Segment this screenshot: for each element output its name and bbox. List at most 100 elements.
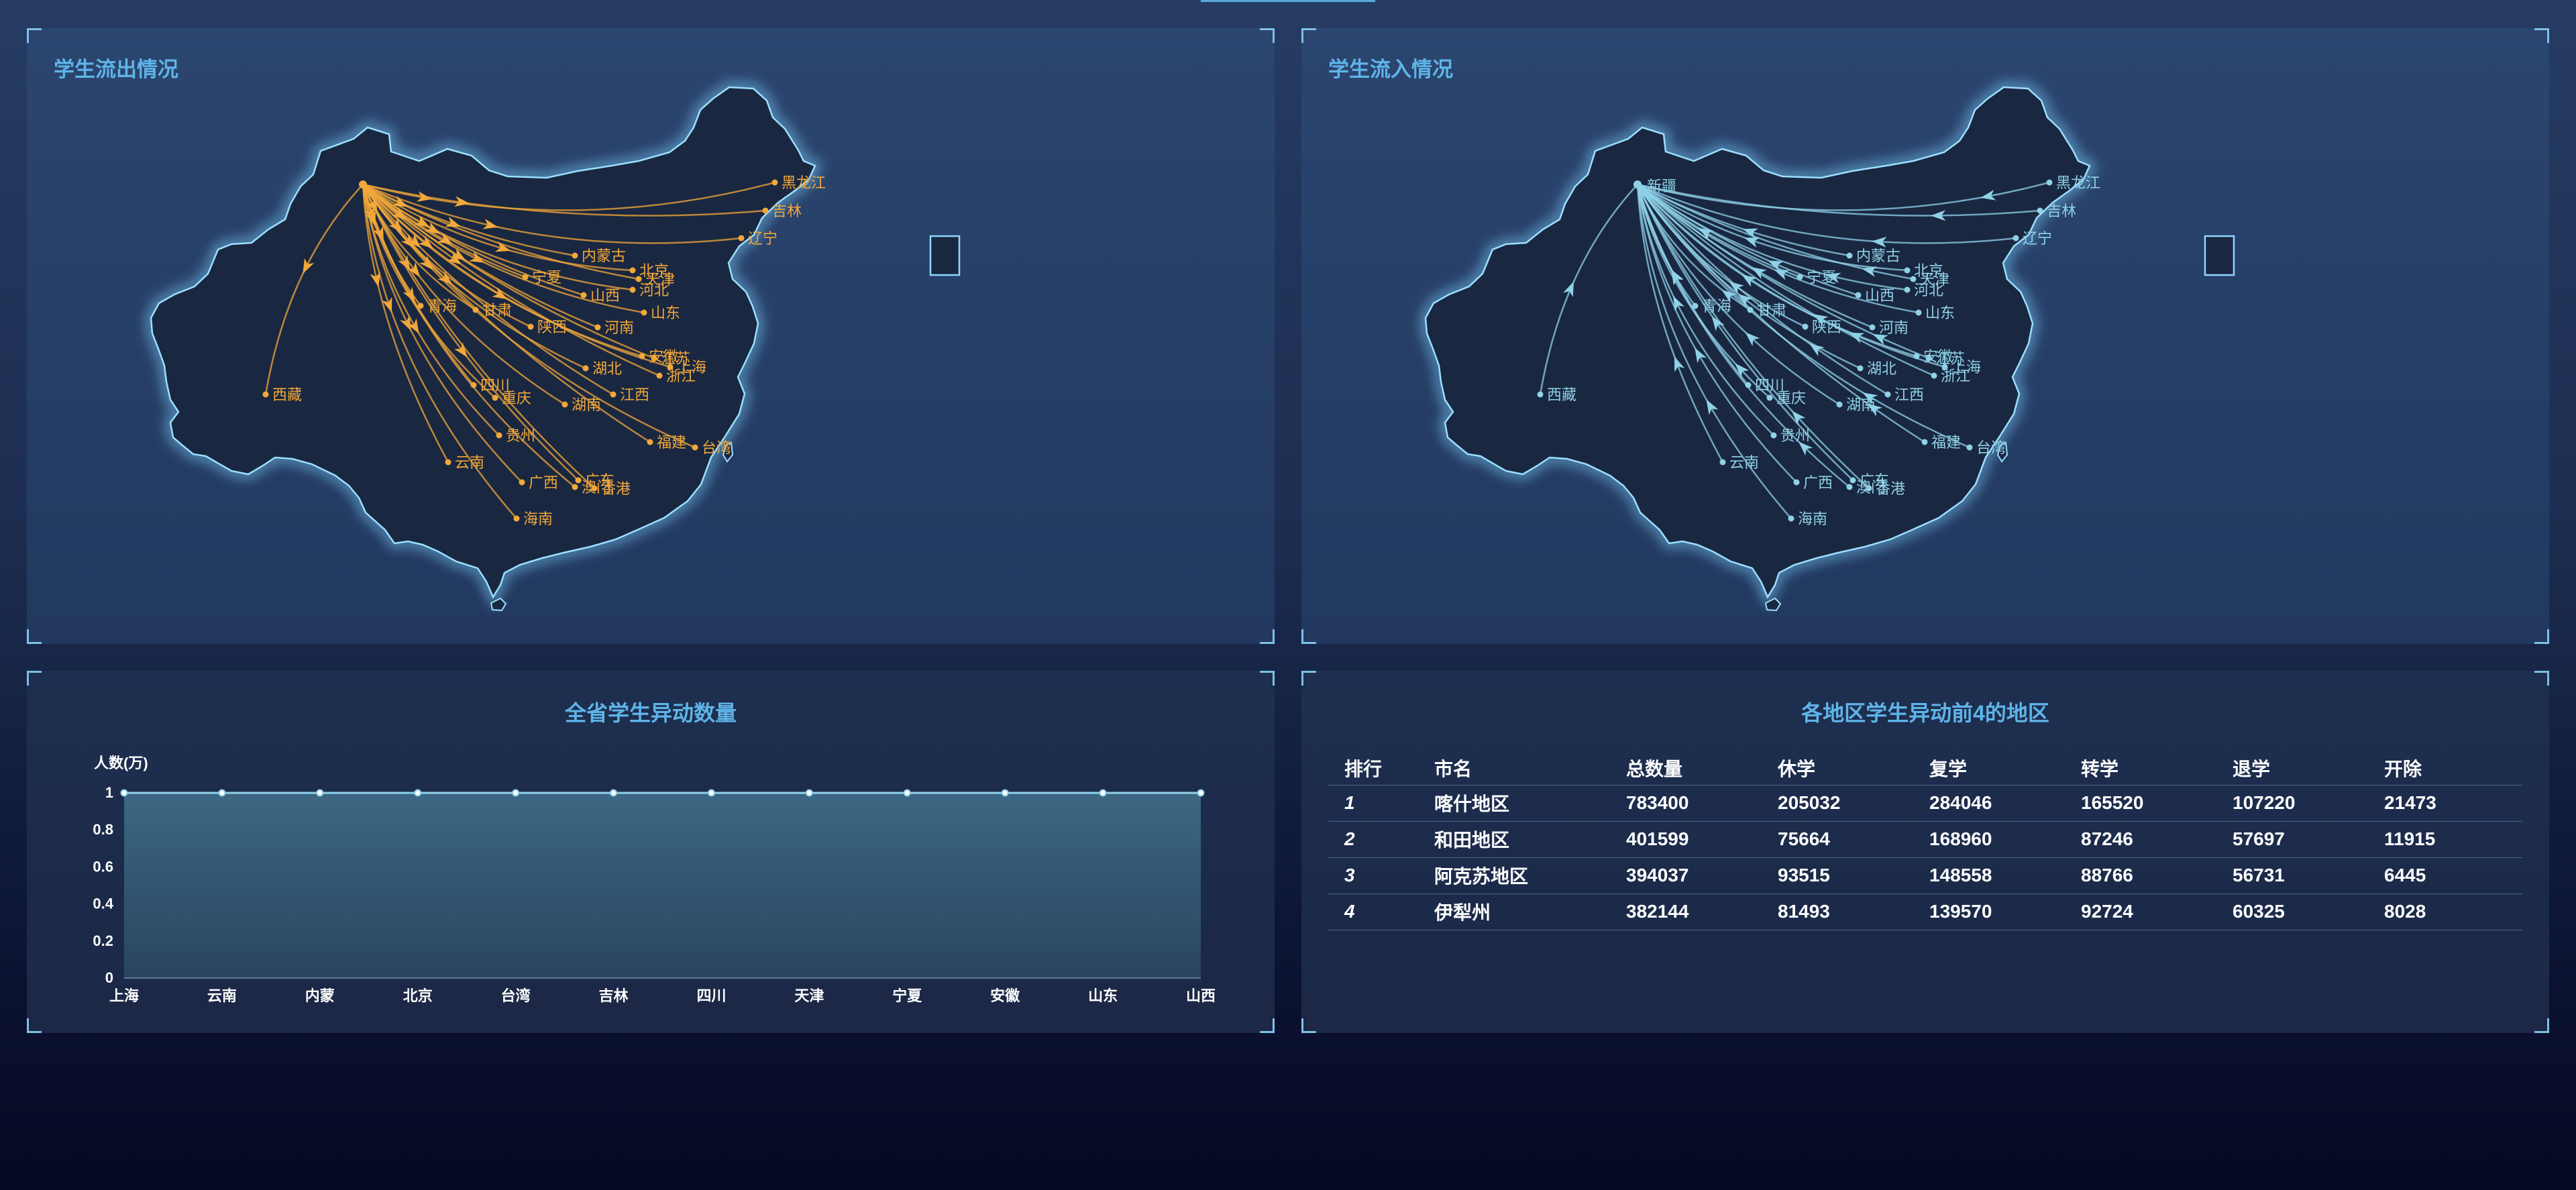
line-chart: 人数(万) 0 0.2 0.4 0.6 0.8 1 上海 云南 内蒙 北京 台湾 吉林 四川 天津 宁夏 安徽 山… <box>93 755 1216 1004</box>
total-cell: 401599 <box>1626 821 1778 858</box>
province-label: 贵州 <box>1780 427 1810 444</box>
ranking-table-title: 各地区学生异动前4的地区 <box>1801 701 2049 725</box>
south-sea-inset <box>929 235 961 276</box>
province-point <box>1915 309 1922 316</box>
total-cell: 783400 <box>1626 785 1778 822</box>
x-tick-label: 宁夏 <box>892 987 922 1004</box>
table-header-row: 排行 市名 总数量 休学 复学 转学 退学 开除 <box>1328 751 2522 786</box>
inflow-panel: 学生流入情况 黑龙江 吉林 辽宁 内蒙古 北京 天津 河北 山西 山东 宁夏 甘肃 青海 陕西 河南 安徽江… <box>1301 28 2549 644</box>
province-label: 香港 <box>1876 480 1905 497</box>
dropout-cell: 56731 <box>2233 857 2384 894</box>
y-tick-label: 0.4 <box>93 896 113 912</box>
province-point <box>1846 484 1853 490</box>
province-point <box>629 286 636 293</box>
province-point <box>1846 252 1853 259</box>
city-cell: 阿克苏地区 <box>1434 857 1626 894</box>
province-label: 辽宁 <box>748 230 777 247</box>
province-label: 内蒙古 <box>582 248 626 264</box>
origin-point <box>359 180 367 188</box>
total-cell: 394037 <box>1626 857 1778 894</box>
header-rank: 排行 <box>1328 751 1434 786</box>
province-label: 辽宁 <box>2023 230 2052 247</box>
corner-decoration <box>2534 671 2549 686</box>
suspend-cell: 81493 <box>1778 894 1929 930</box>
data-point <box>120 789 128 797</box>
province-point <box>647 439 653 445</box>
province-point <box>2037 207 2043 214</box>
province-point <box>1537 391 1544 398</box>
province-point <box>1931 372 1937 379</box>
province-label: 湖北 <box>592 360 622 377</box>
data-point <box>903 789 911 797</box>
data-point <box>805 789 813 797</box>
province-label: 山东 <box>651 305 680 321</box>
south-sea-inset <box>2204 235 2235 276</box>
outflow-map[interactable]: 黑龙江吉林辽宁内蒙古北京天津河北山西山东宁夏甘肃青海陕西 河南安徽江苏上海浙江湖北… <box>27 28 1275 644</box>
province-point <box>1884 391 1891 398</box>
inflow-map[interactable]: 黑龙江吉林辽宁内蒙古北京天津河北山西山东宁夏甘肃青海陕西 河南安徽江苏上海浙江湖北… <box>1301 28 2549 644</box>
data-point <box>707 789 715 797</box>
data-point <box>1001 789 1009 797</box>
province-point <box>1770 432 1777 439</box>
province-point <box>1904 286 1911 293</box>
province-label: 江西 <box>620 386 649 403</box>
total-cell: 382144 <box>1626 894 1778 930</box>
province-point <box>1925 355 1932 362</box>
province-point <box>575 477 582 484</box>
province-point <box>610 391 616 398</box>
province-point <box>1793 479 1800 486</box>
province-label: 宁夏 <box>1807 269 1836 286</box>
dropout-cell: 107220 <box>2233 785 2384 822</box>
transfer-cell: 88766 <box>2081 857 2233 894</box>
x-tick-label: 山西 <box>1186 987 1216 1004</box>
corner-decoration <box>1301 1018 1316 1033</box>
province-point <box>527 323 534 330</box>
province-point <box>1857 365 1864 372</box>
table-row[interactable]: 1 喀什地区 783400 205032 284046 165520 10722… <box>1328 785 2522 822</box>
province-label: 西藏 <box>272 386 302 403</box>
header-suspend: 休学 <box>1778 751 1929 786</box>
x-tick-label: 北京 <box>403 987 433 1004</box>
corner-decoration <box>2534 1018 2549 1033</box>
x-tick-label: 安徽 <box>990 987 1020 1004</box>
ranking-table-panel: 各地区学生异动前4的地区 排行 市名 总数量 休学 复学 转学 退学 开除 1 … <box>1301 671 2549 1033</box>
province-label: 浙江 <box>1941 368 1970 384</box>
header-city: 市名 <box>1434 751 1626 786</box>
header-total: 总数量 <box>1626 751 1778 786</box>
outflow-panel: 学生流出情况 黑龙江 吉林 辽宁 内蒙古 北京 天津 河北 山西 山东 宁夏 甘肃 青海 陕西 河南 安徽江… <box>27 28 1275 644</box>
y-axis-label: 人数(万) <box>94 755 148 771</box>
province-point <box>738 235 745 241</box>
header-resume: 复学 <box>1929 751 2081 786</box>
province-label: 吉林 <box>2047 203 2076 219</box>
province-label: 云南 <box>1729 454 1759 471</box>
x-tick-label: 四川 <box>696 987 726 1004</box>
city-cell: 伊犁州 <box>1434 894 1626 930</box>
province-point <box>692 444 698 451</box>
table-row[interactable]: 2 和田地区 401599 75664 168960 87246 57697 1… <box>1328 821 2522 858</box>
line-chart-panel: 全省学生异动数量 人数(万) 0 0.2 0.4 0.6 0.8 1 上海 云南 内蒙 北京 台湾 吉林… <box>27 671 1275 1033</box>
suspend-cell: 75664 <box>1778 821 1929 858</box>
province-label: 青海 <box>427 298 457 315</box>
y-tick-label: 0.2 <box>93 932 113 949</box>
suspend-cell: 205032 <box>1778 785 1929 822</box>
resume-cell: 168960 <box>1929 821 2081 858</box>
y-tick-label: 1 <box>105 784 113 801</box>
province-point <box>496 432 502 439</box>
table-row[interactable]: 3 阿克苏地区 394037 93515 148558 88766 56731 … <box>1328 857 2522 894</box>
x-tick-label: 台湾 <box>501 987 531 1004</box>
table-row[interactable]: 4 伊犁州 382144 81493 139570 92724 60325 80… <box>1328 894 2522 930</box>
data-point <box>218 789 226 797</box>
province-label: 江西 <box>1894 386 1924 403</box>
header-expel: 开除 <box>2384 751 2522 786</box>
top-accent-bar <box>1201 0 1375 2</box>
province-label: 湖北 <box>1867 360 1896 377</box>
y-tick-label: 0.8 <box>93 821 113 838</box>
province-point <box>492 394 498 401</box>
province-label: 西藏 <box>1547 386 1576 403</box>
province-label: 台湾 <box>1976 439 2006 456</box>
province-point <box>582 365 589 372</box>
rank-cell: 4 <box>1328 894 1434 930</box>
data-point <box>610 789 618 797</box>
province-point <box>1719 459 1726 466</box>
province-point <box>522 274 529 280</box>
